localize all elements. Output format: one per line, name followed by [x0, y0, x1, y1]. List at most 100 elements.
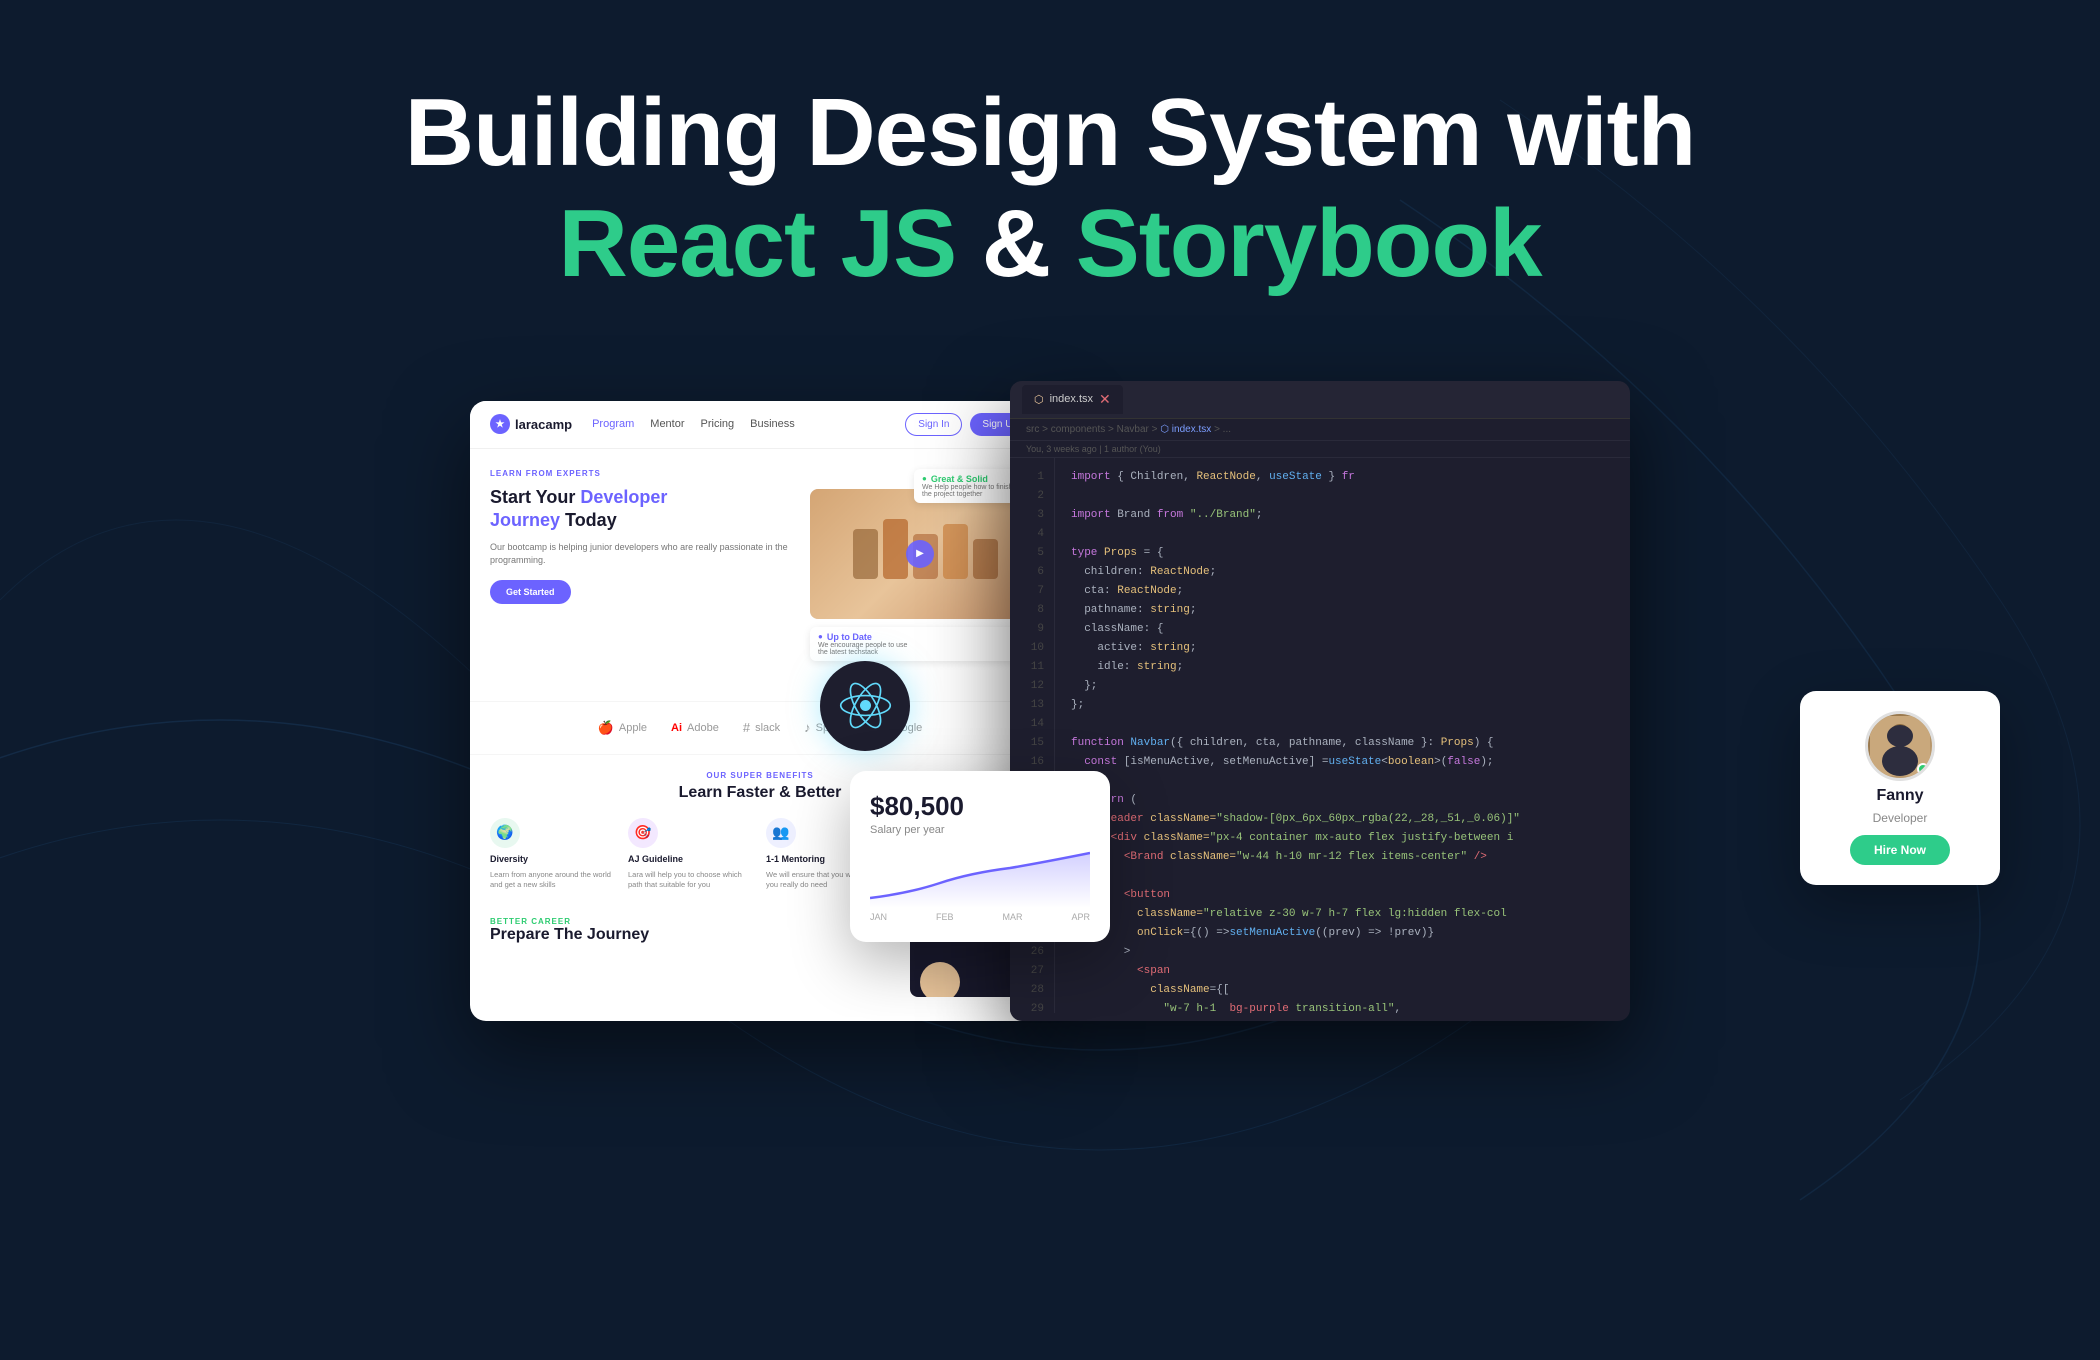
code-line-19: <header className= "shadow-[0px_6px_60px…: [1071, 810, 1614, 829]
online-indicator: [1917, 763, 1929, 775]
code-tab-file[interactable]: ⬡ index.tsx ✕: [1022, 385, 1123, 414]
code-line-25: onClick ={() => setMenuActive ((prev) =>…: [1071, 924, 1614, 943]
code-git-info: You, 3 weeks ago | 1 author (You): [1010, 441, 1630, 458]
benefit-diversity: 🌍 Diversity Learn from anyone around the…: [490, 818, 616, 891]
line-num-3: 3: [1010, 506, 1054, 525]
code-line-15: function Navbar ({ children, cta, pathna…: [1071, 734, 1614, 753]
line-num-11: 11: [1010, 658, 1054, 677]
nav-link-pricing[interactable]: Pricing: [701, 418, 735, 430]
line-num-15: 15: [1010, 734, 1054, 753]
file-name: index.tsx: [1050, 393, 1093, 405]
laracamp-logo: ★ laracamp: [490, 414, 572, 434]
salary-amount: $80,500: [870, 791, 1090, 822]
month-jan: JAN: [870, 912, 887, 922]
line-num-10: 10: [1010, 639, 1054, 658]
code-tab-bar: ⬡ index.tsx ✕: [1010, 381, 1630, 419]
title-line1: Building Design System with: [405, 80, 1695, 186]
profile-avatar: [1865, 711, 1935, 781]
code-line-5: type Props = {: [1071, 544, 1614, 563]
salary-label: Salary per year: [870, 824, 1090, 836]
line-num-6: 6: [1010, 563, 1054, 582]
code-line-24: className= "relative z-30 w-7 h-7 flex l…: [1071, 905, 1614, 924]
code-line-26: >: [1071, 943, 1614, 962]
hire-now-button[interactable]: Hire Now: [1850, 835, 1950, 865]
react-icon: [820, 661, 910, 751]
career-avatar: [920, 962, 960, 997]
code-line-28: className ={[: [1071, 981, 1614, 1000]
logo-slack: # slack: [743, 720, 780, 735]
code-line-4: [1071, 525, 1614, 544]
code-line-6: children: ReactNode ;: [1071, 563, 1614, 582]
breadcrumb-file: ⬡ index.tsx: [1160, 424, 1211, 435]
line-num-13: 13: [1010, 696, 1054, 715]
line-num-8: 8: [1010, 601, 1054, 620]
line-num-16: 16: [1010, 753, 1054, 772]
profile-name: Fanny: [1876, 787, 1923, 805]
line-num-28: 28: [1010, 981, 1054, 1000]
tsx-icon: ⬡: [1034, 393, 1044, 406]
title-section: Building Design System with React JS & S…: [405, 80, 1695, 301]
badge-uptodate: ● Up to Date We encourage people to use …: [810, 627, 1030, 661]
guideline-desc: Lara will help you to choose which path …: [628, 870, 754, 891]
get-started-button[interactable]: Get Started: [490, 580, 571, 604]
nav-link-program[interactable]: Program: [592, 418, 634, 430]
line-num-9: 9: [1010, 620, 1054, 639]
laracamp-logo-icon: ★: [490, 414, 510, 434]
code-line-21: <Brand className= "w-44 h-10 mr-12 flex …: [1071, 848, 1614, 867]
code-line-22: [1071, 867, 1614, 886]
badge-great-desc: We Help people how to finish the project…: [922, 484, 1022, 498]
code-line-13: };: [1071, 696, 1614, 715]
code-line-2: [1071, 487, 1614, 506]
line-num-7: 7: [1010, 582, 1054, 601]
code-line-20: <div className= "px-4 container mx-auto …: [1071, 829, 1614, 848]
code-line-29: "w-7 h-1 bg-purple transition-all" ,: [1071, 1000, 1614, 1013]
career-title: Prepare The Journey: [490, 926, 890, 944]
code-line-27: <span: [1071, 962, 1614, 981]
line-num-14: 14: [1010, 715, 1054, 734]
career-badge: BETTER CAREER: [490, 917, 890, 926]
code-line-8: pathname: string ;: [1071, 601, 1614, 620]
code-line-10: active: string ;: [1071, 639, 1614, 658]
apple-text: Apple: [619, 722, 647, 734]
diversity-name: Diversity: [490, 854, 616, 864]
react-js-text: React JS: [559, 190, 957, 297]
learn-badge: LEARN FROM EXPERTS: [490, 469, 795, 478]
salary-month-labels: JAN FEB MAR APR: [870, 912, 1090, 922]
profile-card: Fanny Developer Hire Now: [1800, 691, 2000, 885]
profile-role: Developer: [1873, 811, 1928, 825]
code-line-14: [1071, 715, 1614, 734]
nav-link-mentor[interactable]: Mentor: [650, 418, 684, 430]
line-num-26: 26: [1010, 943, 1054, 962]
connector-text: &: [982, 190, 1076, 297]
hero-title: Start Your DeveloperJourney Today: [490, 486, 795, 533]
badge-great-title: Great & Solid: [931, 474, 988, 484]
code-line-16: const [isMenuActive, setMenuActive] = us…: [1071, 753, 1614, 772]
laracamp-navbar: ★ laracamp Program Mentor Pricing Busine…: [470, 401, 1050, 449]
line-num-5: 5: [1010, 544, 1054, 563]
slack-text: slack: [755, 722, 780, 734]
storybook-text: Storybook: [1076, 190, 1542, 297]
signin-button[interactable]: Sign In: [905, 413, 962, 436]
logo-adobe: Ai Adobe: [671, 722, 719, 734]
career-left: BETTER CAREER Prepare The Journey: [490, 917, 890, 997]
diversity-icon: 🌍: [490, 818, 520, 848]
close-tab-icon[interactable]: ✕: [1099, 391, 1111, 408]
month-apr: APR: [1071, 912, 1090, 922]
benefit-guideline: 🎯 AJ Guideline Lara will help you to cho…: [628, 818, 754, 891]
hero-left: LEARN FROM EXPERTS Start Your DeveloperJ…: [490, 469, 795, 661]
line-num-2: 2: [1010, 487, 1054, 506]
code-line-11: idle: string ;: [1071, 658, 1614, 677]
line-num-27: 27: [1010, 962, 1054, 981]
line-num-12: 12: [1010, 677, 1054, 696]
salary-chart: [870, 848, 1090, 908]
adobe-text: Adobe: [687, 722, 719, 734]
salary-card: $80,500 Salary per year JAN FEB: [850, 771, 1110, 942]
code-line-7: cta: ReactNode ;: [1071, 582, 1614, 601]
laracamp-hero: LEARN FROM EXPERTS Start Your DeveloperJ…: [470, 449, 1050, 681]
title-line2: React JS & Storybook: [405, 186, 1695, 301]
code-breadcrumb: src > components > Navbar > ⬡ index.tsx …: [1010, 419, 1630, 441]
guideline-name: AJ Guideline: [628, 854, 754, 864]
code-line-12: };: [1071, 677, 1614, 696]
nav-link-business[interactable]: Business: [750, 418, 795, 430]
logo-section: 🍎 Apple Ai Adobe # slack ♪ Spotify G: [470, 701, 1050, 755]
